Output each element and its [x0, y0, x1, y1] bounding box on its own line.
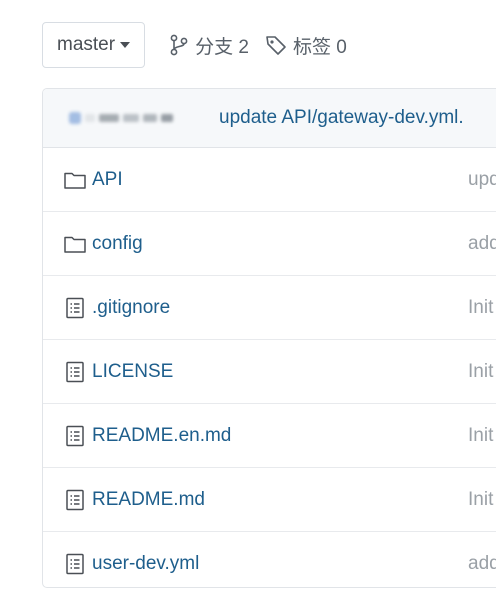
file-list: API upd config add .gitignore Init LICENSE Init… — [43, 148, 496, 587]
latest-commit-message[interactable]: update API/gateway-dev.yml. — [219, 107, 464, 129]
file-row[interactable]: README.en.md Init — [43, 404, 496, 468]
latest-commit-bar: update API/gateway-dev.yml. — [43, 89, 496, 148]
file-row[interactable]: LICENSE Init — [43, 340, 496, 404]
branches-link[interactable]: 分支 2 — [169, 32, 249, 59]
file-name-link[interactable]: API — [92, 169, 123, 191]
tags-link[interactable]: 标签 0 — [265, 32, 347, 59]
commit-author-avatar — [69, 112, 219, 124]
git-branch-icon — [170, 34, 188, 56]
file-commit-message[interactable]: upd — [468, 169, 496, 191]
file-commit-message[interactable]: Init — [468, 297, 493, 319]
branch-selector[interactable]: master — [42, 22, 146, 68]
file-name-link[interactable]: user-dev.yml — [92, 553, 199, 575]
file-text-icon — [63, 552, 87, 576]
file-commit-message[interactable]: Init — [468, 361, 493, 383]
file-row[interactable]: user-dev.yml add — [43, 532, 496, 587]
branch-name: master — [57, 34, 116, 55]
file-name-link[interactable]: LICENSE — [92, 361, 173, 383]
file-row[interactable]: API upd — [43, 148, 496, 212]
file-browser: update API/gateway-dev.yml. API upd config… — [42, 88, 496, 588]
tag-icon — [266, 36, 286, 55]
file-name-link[interactable]: .gitignore — [92, 297, 170, 319]
file-text-icon — [63, 296, 87, 320]
file-commit-message[interactable]: add — [468, 553, 496, 575]
caret-down-icon — [120, 42, 131, 48]
file-commit-message[interactable]: add — [468, 233, 496, 255]
file-row[interactable]: README.md Init — [43, 468, 496, 532]
file-name-link[interactable]: config — [92, 233, 143, 255]
folder-icon — [63, 232, 87, 256]
file-row[interactable]: config add — [43, 212, 496, 276]
file-name-link[interactable]: README.en.md — [92, 425, 231, 447]
file-row[interactable]: .gitignore Init — [43, 276, 496, 340]
file-text-icon — [63, 360, 87, 384]
tags-count: 标签 0 — [292, 36, 347, 58]
repo-toolbar: master 分支 2 标签 0 — [42, 21, 347, 69]
file-text-icon — [63, 488, 87, 512]
file-name-link[interactable]: README.md — [92, 489, 205, 511]
file-commit-message[interactable]: Init — [468, 425, 493, 447]
file-commit-message[interactable]: Init — [468, 489, 493, 511]
file-text-icon — [63, 424, 87, 448]
branches-count: 分支 2 — [195, 36, 249, 58]
folder-icon — [63, 168, 87, 192]
